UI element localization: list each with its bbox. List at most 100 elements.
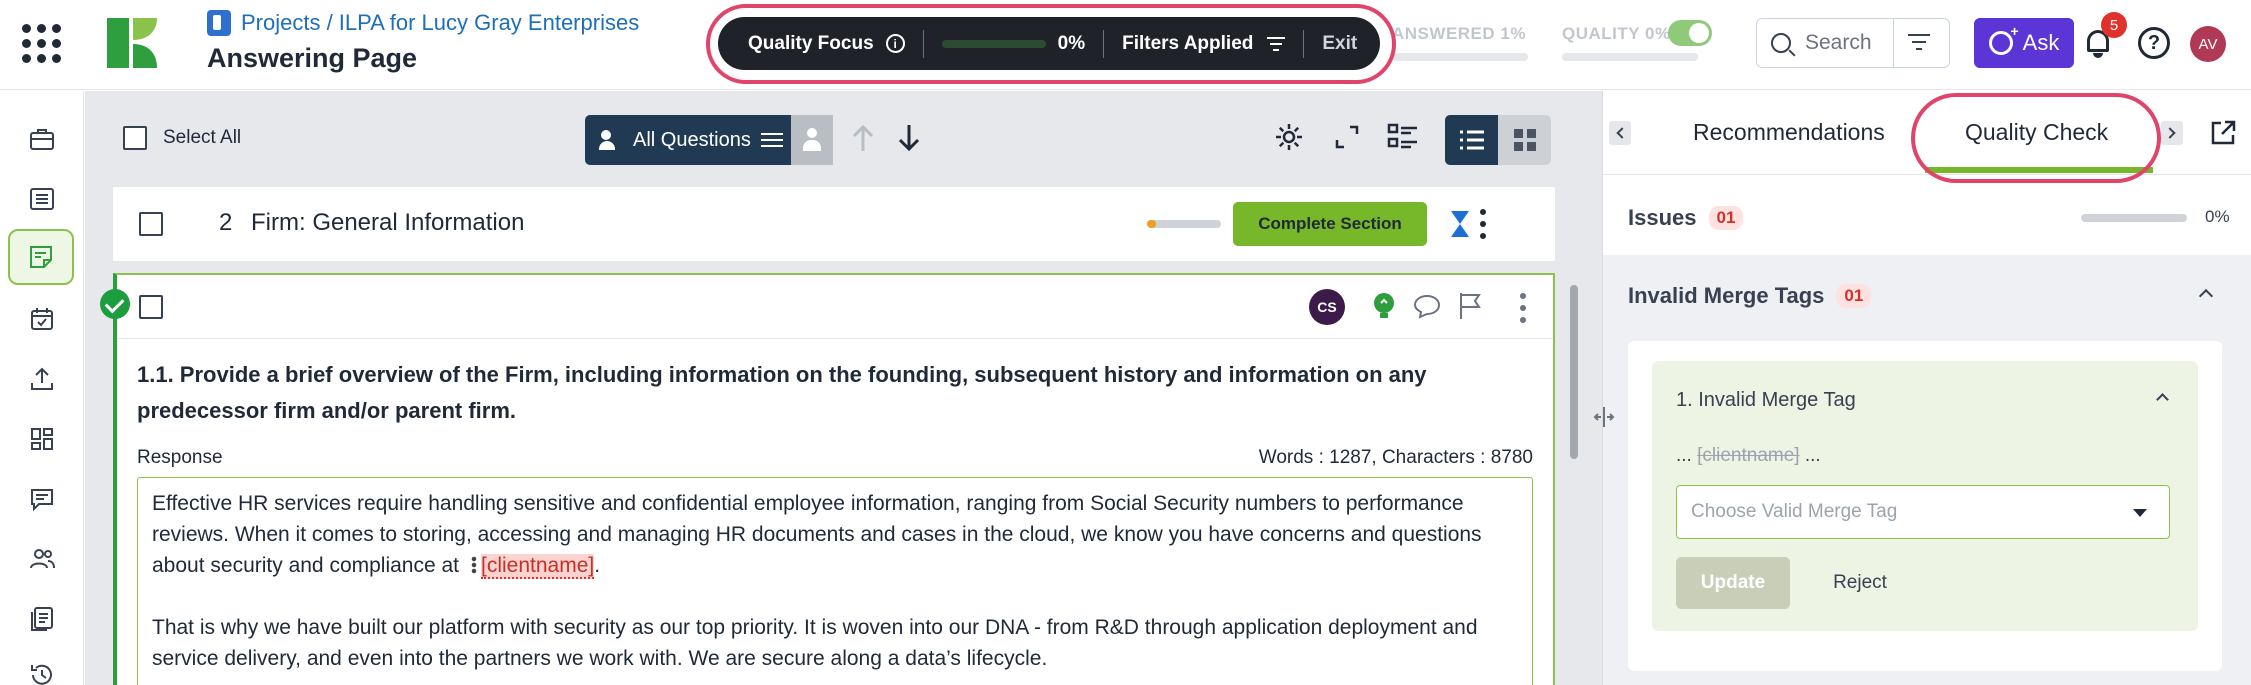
expand-icon[interactable] bbox=[1329, 119, 1365, 155]
question-checkbox[interactable] bbox=[139, 295, 163, 319]
response-label: Response bbox=[137, 447, 223, 468]
filter-icon[interactable] bbox=[1907, 34, 1931, 52]
filters-applied-button[interactable]: Filters Applied bbox=[1122, 33, 1253, 55]
info-icon[interactable]: i bbox=[885, 34, 905, 53]
notes-icon[interactable] bbox=[8, 229, 74, 285]
users-icon[interactable] bbox=[18, 535, 66, 583]
list-icon[interactable] bbox=[18, 175, 66, 223]
right-panel: Recommendations Quality Check Issues 01 0… bbox=[1602, 91, 2251, 685]
breadcrumb-text[interactable]: Projects / ILPA for Lucy Gray Enterprise… bbox=[241, 10, 639, 36]
chevron-up-icon[interactable] bbox=[2198, 288, 2214, 304]
merge-tag-select-placeholder: Choose Valid Merge Tag bbox=[1691, 501, 1898, 522]
divider bbox=[922, 29, 924, 58]
divider bbox=[1893, 19, 1894, 67]
project-icon bbox=[207, 10, 231, 36]
section-number: 2 bbox=[219, 209, 233, 236]
caret-down-icon bbox=[2133, 509, 2147, 517]
issues-label: Issues bbox=[1628, 205, 1697, 230]
filter-icon[interactable] bbox=[1267, 36, 1286, 51]
snippet-ellipsis: ... bbox=[1676, 445, 1692, 466]
page-title: Answering Page bbox=[207, 43, 418, 73]
lightbulb-icon[interactable] bbox=[1371, 291, 1397, 321]
ask-button[interactable]: Ask bbox=[1974, 18, 2074, 68]
assignee-avatar[interactable]: CS bbox=[1309, 289, 1345, 325]
hourglass-icon[interactable] bbox=[1449, 209, 1471, 239]
question-filter-group: All Questions bbox=[585, 115, 875, 165]
question-card: CS 1.1. Provide a brief overview of the … bbox=[113, 273, 1555, 685]
apps-grid-icon[interactable] bbox=[22, 24, 62, 64]
dashboard-icon[interactable] bbox=[18, 415, 66, 463]
search-input[interactable]: Search bbox=[1805, 31, 1872, 55]
answered-check-icon bbox=[100, 289, 130, 319]
response-text: . bbox=[594, 554, 601, 577]
quality-focus-progress-bar bbox=[941, 39, 1046, 48]
tab-recommendations[interactable]: Recommendations bbox=[1693, 119, 1885, 146]
word-count: Words : 1287, Characters : 8780 bbox=[1258, 447, 1533, 468]
merge-tag-select[interactable]: Choose Valid Merge Tag bbox=[1676, 485, 2170, 539]
comment-icon[interactable] bbox=[1413, 293, 1441, 319]
all-questions-button[interactable]: All Questions bbox=[585, 115, 791, 165]
issue-group-label: Invalid Merge Tags bbox=[1628, 283, 1825, 308]
user-avatar[interactable]: AV bbox=[2190, 26, 2226, 62]
grid-view-button[interactable] bbox=[1498, 115, 1551, 165]
left-nav bbox=[0, 91, 84, 685]
issue-item: 1. Invalid Merge Tag ... [clientname] ..… bbox=[1652, 361, 2198, 631]
sliders-icon bbox=[760, 131, 783, 149]
help-icon[interactable]: ? bbox=[2138, 27, 2170, 59]
quality-focus-bar: Quality Focus i 0% Filters Applied Exit bbox=[718, 17, 1380, 70]
flag-icon[interactable] bbox=[1457, 291, 1483, 321]
settings-gear-icon[interactable] bbox=[1271, 119, 1307, 155]
documents-icon[interactable] bbox=[18, 595, 66, 643]
calendar-check-icon[interactable] bbox=[18, 295, 66, 343]
chevron-left-icon[interactable] bbox=[1609, 121, 1631, 145]
issue-item-title[interactable]: 1. Invalid Merge Tag bbox=[1676, 389, 1856, 412]
divider bbox=[1303, 29, 1305, 58]
issues-count-badge: 01 bbox=[1708, 206, 1744, 230]
issues-progress-bar bbox=[2081, 214, 2187, 222]
breadcrumb[interactable]: Projects / ILPA for Lucy Gray Enterprise… bbox=[207, 10, 639, 36]
question-more-menu-icon[interactable] bbox=[1519, 293, 1527, 323]
select-all-label[interactable]: Select All bbox=[163, 127, 241, 149]
list-view-icon bbox=[1459, 130, 1484, 150]
select-all-checkbox[interactable] bbox=[123, 126, 147, 150]
main-scrollbar[interactable] bbox=[1567, 187, 1581, 685]
update-button[interactable]: Update bbox=[1676, 557, 1790, 609]
search-icon bbox=[1771, 33, 1791, 53]
app-logo[interactable] bbox=[103, 14, 161, 72]
section-checkbox[interactable] bbox=[139, 212, 163, 236]
outline-view-icon[interactable] bbox=[1385, 119, 1421, 155]
chevron-up-icon[interactable] bbox=[2156, 393, 2169, 406]
drag-handle-icon[interactable] bbox=[471, 556, 478, 574]
my-questions-button[interactable] bbox=[791, 115, 833, 165]
issue-group-title[interactable]: Invalid Merge Tags 01 bbox=[1628, 283, 1872, 309]
list-view-button[interactable] bbox=[1445, 115, 1498, 165]
notification-badge: 5 bbox=[2101, 12, 2127, 38]
invalid-merge-tag[interactable]: [clientname] bbox=[481, 554, 595, 579]
section-more-menu-icon[interactable] bbox=[1479, 209, 1487, 239]
quality-toggle[interactable] bbox=[1668, 20, 1712, 46]
question-toolbar: Select All All Questions bbox=[85, 91, 1602, 187]
upload-icon[interactable] bbox=[18, 355, 66, 403]
chat-icon[interactable] bbox=[18, 475, 66, 523]
section-title: Firm: General Information bbox=[251, 209, 525, 236]
section-header: 2 Firm: General Information Complete Sec… bbox=[113, 187, 1555, 261]
briefcase-icon[interactable] bbox=[18, 115, 66, 163]
complete-section-button[interactable]: Complete Section bbox=[1233, 202, 1427, 246]
history-icon[interactable] bbox=[18, 651, 66, 685]
panel-resize-handle-icon[interactable] bbox=[1592, 405, 1616, 429]
arrow-down-icon[interactable] bbox=[895, 123, 923, 153]
chevron-right-icon[interactable] bbox=[2161, 121, 2183, 145]
section-progress-bar bbox=[1147, 220, 1221, 228]
issues-heading: Issues 01 bbox=[1628, 205, 1744, 231]
response-text: Effective HR services require handling s… bbox=[152, 492, 1482, 577]
issue-group-card: 1. Invalid Merge Tag ... [clientname] ..… bbox=[1628, 341, 2222, 671]
ask-label: Ask bbox=[2022, 30, 2060, 55]
arrow-up-icon[interactable] bbox=[849, 123, 877, 153]
search-box[interactable]: Search bbox=[1756, 18, 1950, 68]
response-editor[interactable]: Effective HR services require handling s… bbox=[137, 477, 1533, 685]
issue-group-count-badge: 01 bbox=[1836, 284, 1872, 308]
open-external-icon[interactable] bbox=[2209, 119, 2237, 147]
view-mode-toggle bbox=[1445, 115, 1551, 165]
exit-button[interactable]: Exit bbox=[1322, 33, 1357, 55]
reject-button[interactable]: Reject bbox=[1810, 557, 1910, 609]
